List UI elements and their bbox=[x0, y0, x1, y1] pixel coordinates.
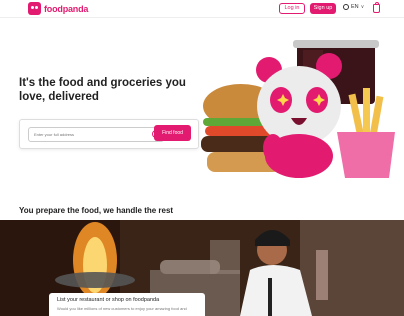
partner-card-body: Would you like millions of new customers… bbox=[57, 306, 187, 311]
site-header: foodpanda Log in Sign up EN ∨ bbox=[0, 0, 404, 18]
panda-mascot-image bbox=[256, 53, 342, 178]
hero-title: It's the food and groceries you love, de… bbox=[19, 77, 186, 103]
signup-button[interactable]: Sign up bbox=[310, 3, 336, 14]
brand-logo[interactable]: foodpanda bbox=[28, 2, 88, 15]
find-food-button[interactable]: Find food bbox=[154, 125, 191, 141]
language-label: EN bbox=[351, 4, 359, 10]
login-button[interactable]: Log in bbox=[279, 3, 305, 14]
language-selector[interactable]: EN ∨ bbox=[343, 4, 364, 10]
chevron-down-icon: ∨ bbox=[360, 4, 365, 10]
section-title: You prepare the food, we handle the rest bbox=[19, 206, 174, 215]
partner-card-title: List your restaurant or shop on foodpand… bbox=[57, 297, 160, 303]
shopping-bag-icon[interactable] bbox=[373, 2, 380, 13]
panda-logo-icon bbox=[28, 2, 41, 15]
hero-illustration bbox=[201, 40, 395, 178]
partner-card[interactable]: List your restaurant or shop on foodpand… bbox=[49, 293, 205, 316]
brand-name: foodpanda bbox=[44, 3, 89, 14]
globe-icon bbox=[343, 4, 349, 10]
address-input[interactable] bbox=[28, 127, 164, 142]
